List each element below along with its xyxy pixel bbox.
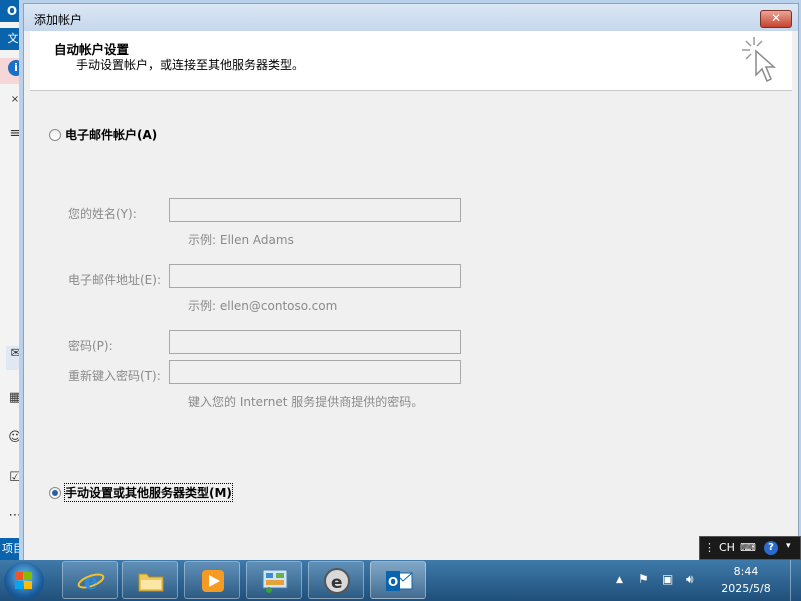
add-account-dialog: 添加帐户 ✕ 自动帐户设置 手动设置帐户，或连接至其他服务器类型。 电子邮件帐户… — [23, 3, 799, 562]
taskbar-file-explorer[interactable] — [122, 561, 178, 599]
language-indicator[interactable]: CH — [719, 541, 735, 554]
wizard-cursor-icon — [742, 37, 776, 83]
language-bar: ⋮ CH ⌨ ? ▾ — [699, 536, 801, 560]
taskbar-outlook[interactable]: O — [370, 561, 426, 599]
manual-setup-radio[interactable] — [49, 487, 61, 499]
network-icon[interactable]: ▣ — [662, 572, 673, 586]
password-input[interactable] — [169, 330, 461, 354]
password-hint: 键入您的 Internet 服务提供商提供的密码。 — [188, 395, 424, 409]
calendar-nav-icon[interactable]: ▦ — [6, 390, 24, 408]
start-button[interactable] — [4, 562, 44, 600]
email-input[interactable] — [169, 264, 461, 288]
people-nav-icon[interactable]: ☺ — [6, 430, 24, 448]
close-icon[interactable]: × — [6, 94, 24, 112]
retype-password-input[interactable] — [169, 360, 461, 384]
svg-text:e: e — [331, 573, 343, 593]
svg-text:e: e — [84, 569, 98, 594]
keyboard-icon[interactable]: ⌨ — [740, 541, 756, 554]
control-panel-icon — [262, 569, 288, 593]
tasks-nav-icon[interactable]: ☑ — [6, 470, 24, 488]
options-icon[interactable]: ▾ — [786, 541, 791, 551]
dialog-header: 自动帐户设置 手动设置帐户，或连接至其他服务器类型。 — [30, 31, 792, 91]
email-account-label[interactable]: 电子邮件帐户(A) — [65, 126, 157, 143]
dialog-content: 电子邮件帐户(A) 您的姓名(Y): 示例: Ellen Adams 电子邮件地… — [30, 91, 792, 561]
outlook-logo-icon: O — [0, 0, 24, 22]
system-clock[interactable]: 8:44 2025/5/8 — [706, 563, 786, 597]
show-desktop-button[interactable] — [790, 560, 801, 601]
taskbar-internet-explorer[interactable]: e — [62, 561, 118, 599]
manual-setup-label[interactable]: 手动设置或其他服务器类型(M) — [64, 483, 233, 502]
folder-icon — [138, 573, 164, 592]
taskbar-control-panel[interactable] — [246, 561, 302, 599]
help-icon[interactable]: ? — [764, 541, 778, 555]
browser-e-icon: e — [324, 568, 350, 594]
taskbar-media-player[interactable] — [184, 561, 240, 599]
info-icon: i — [8, 60, 24, 76]
taskbar-browser[interactable]: e — [308, 561, 364, 599]
grip-icon[interactable]: ⋮ — [704, 541, 715, 554]
retype-password-label: 重新键入密码(T): — [68, 369, 161, 383]
dialog-title: 添加帐户 — [34, 13, 83, 27]
name-label: 您的姓名(Y): — [68, 207, 137, 221]
taskbar: e e O ▲ ⚑ ▣ 🔊︎ 8:44 2025/5/8 — [0, 560, 801, 601]
clock-time: 8:44 — [733, 565, 759, 578]
outlook-icon: O — [386, 571, 413, 591]
action-center-flag-icon[interactable]: ⚑ — [638, 572, 649, 586]
media-player-icon — [202, 570, 224, 592]
windows-logo-icon — [15, 572, 32, 589]
svg-text:O: O — [388, 575, 398, 589]
header-subtitle: 手动设置帐户，或连接至其他服务器类型。 — [76, 58, 305, 72]
folder-icon[interactable]: ≡ — [6, 126, 24, 144]
more-nav-icon[interactable]: ⋯ — [6, 508, 24, 526]
dialog-titlebar[interactable]: 添加帐户 ✕ — [24, 4, 798, 31]
close-button[interactable]: ✕ — [760, 10, 792, 28]
email-account-radio[interactable] — [49, 129, 61, 141]
password-label: 密码(P): — [68, 339, 113, 353]
name-hint: 示例: Ellen Adams — [188, 233, 294, 247]
email-hint: 示例: ellen@contoso.com — [188, 299, 338, 313]
name-input[interactable] — [169, 198, 461, 222]
email-label: 电子邮件地址(E): — [68, 273, 161, 287]
clock-date: 2025/5/8 — [721, 582, 771, 595]
show-hidden-icons-button[interactable]: ▲ — [616, 575, 623, 585]
volume-icon[interactable]: 🔊︎ — [686, 572, 694, 587]
internet-explorer-icon: e — [77, 569, 105, 594]
